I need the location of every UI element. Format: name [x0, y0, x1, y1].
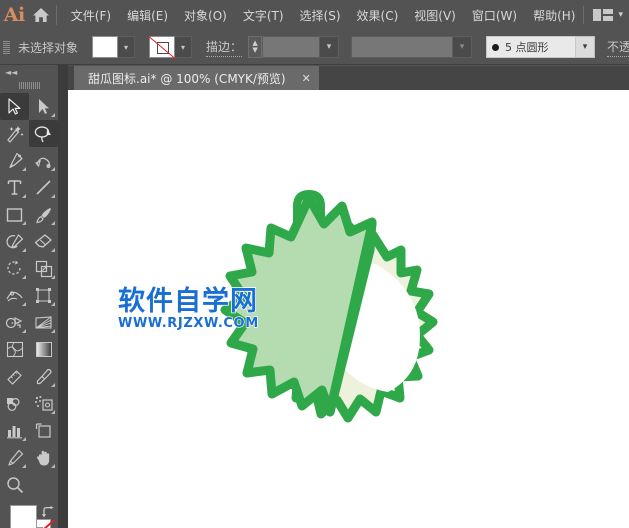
line-segment-tool[interactable] [29, 174, 58, 201]
menu-items: 文件(F) 编辑(E) 对象(O) 文字(T) 选择(S) 效果(C) 视图(V… [63, 3, 584, 28]
tools-grid [0, 91, 58, 498]
slice-tool[interactable] [0, 444, 29, 471]
menu-item-object[interactable]: 对象(O) [176, 3, 235, 28]
watermark-chinese: 软件自学网 [117, 286, 258, 317]
workspace-chevron-down-icon[interactable]: ▾ [618, 10, 623, 20]
measure-tool[interactable] [0, 363, 29, 390]
swap-fill-stroke-icon[interactable] [41, 503, 54, 522]
control-bar-grip[interactable] [3, 36, 10, 58]
toolbar-collapse-icon[interactable]: ◄◄ [0, 65, 58, 79]
menu-item-select[interactable]: 选择(S) [292, 3, 349, 28]
fill-chevron-down-icon[interactable]: ▾ [118, 36, 136, 58]
menubar-divider [583, 6, 585, 24]
rectangle-tool[interactable] [0, 201, 29, 228]
app-logo: Ai [3, 4, 25, 26]
menu-item-file[interactable]: 文件(F) [63, 3, 119, 28]
toolbar-fill-swatch[interactable] [10, 505, 37, 528]
stroke-weight-group[interactable]: ▲ ▼ ▾ [248, 36, 340, 58]
home-icon[interactable] [29, 0, 55, 30]
width-tool[interactable] [0, 282, 29, 309]
workspace-layout-icon[interactable] [593, 8, 614, 22]
menu-divider [56, 5, 57, 25]
stroke-chevron-down-icon[interactable]: ▾ [175, 36, 193, 58]
pen-tool[interactable] [0, 147, 29, 174]
menu-item-view[interactable]: 视图(V) [406, 3, 464, 28]
menu-item-effect[interactable]: 效果(C) [349, 3, 407, 28]
paintbrush-tool[interactable] [29, 201, 58, 228]
symbol-sprayer-tool[interactable] [29, 390, 58, 417]
scale-tool[interactable] [29, 255, 58, 282]
stroke-inner-square [157, 42, 170, 54]
menu-item-window[interactable]: 窗口(W) [464, 3, 525, 28]
lasso-tool[interactable] [29, 120, 58, 147]
stroke-swatch-group[interactable]: ▾ [149, 36, 193, 58]
type-tool[interactable] [0, 174, 29, 201]
canvas-area[interactable]: 软件自学网 WWW.RJZXW.COM [68, 90, 629, 528]
menu-bar: Ai 文件(F) 编辑(E) 对象(O) 文字(T) 选择(S) 效果(C) 视… [0, 0, 629, 30]
stroke-color-swatch[interactable] [149, 36, 176, 58]
fill-stroke-swatches [0, 502, 58, 528]
selection-status-label: 未选择对象 [18, 40, 79, 55]
brush-dot-icon [492, 43, 500, 51]
magic-wand-tool[interactable] [0, 120, 29, 147]
menu-item-help[interactable]: 帮助(H) [525, 3, 583, 28]
mesh-tool[interactable] [0, 336, 29, 363]
document-tab-bar: 甜瓜图标.ai* @ 100% (CMYK/预览) ✕ [60, 66, 629, 90]
watermark: 软件自学网 WWW.RJZXW.COM [117, 286, 266, 331]
control-bar: 未选择对象 ▾ ▾ 描边： ▲ ▼ ▾ ▾ 5 点圆形 ▾ 不透 [0, 30, 629, 65]
brush-definition-label: 5 点圆形 [505, 41, 549, 54]
document-tab[interactable]: 甜瓜图标.ai* @ 100% (CMYK/预览) ✕ [74, 66, 319, 90]
eraser-tool[interactable] [29, 228, 58, 255]
document-tab-title: 甜瓜图标.ai* @ 100% (CMYK/预览) [88, 71, 286, 86]
stroke-profile-chevron-down-icon[interactable]: ▾ [453, 36, 473, 58]
gradient-tool[interactable] [29, 336, 58, 363]
brush-definition-group[interactable]: 5 点圆形 ▾ [486, 36, 596, 58]
rotate-tool[interactable] [0, 255, 29, 282]
tools-panel: ◄◄ [0, 65, 58, 528]
watermark-english: WWW.RJZXW.COM [117, 315, 259, 331]
stroke-profile-input[interactable] [351, 36, 454, 58]
stroke-weight-stepper[interactable]: ▲ ▼ [248, 36, 263, 58]
hand-tool[interactable] [29, 444, 58, 471]
brush-definition-value[interactable]: 5 点圆形 [486, 36, 577, 58]
eyedropper-tool[interactable] [29, 363, 58, 390]
menubar-right-group: ▾ [583, 6, 629, 24]
stroke-weight-chevron-down-icon[interactable]: ▾ [320, 36, 340, 58]
blend-tool[interactable] [0, 390, 29, 417]
free-transform-tool[interactable] [29, 282, 58, 309]
zoom-tool[interactable] [0, 471, 29, 498]
artboard[interactable]: 软件自学网 WWW.RJZXW.COM [68, 90, 629, 528]
shaper-tool[interactable] [0, 228, 29, 255]
opacity-label[interactable]: 不透明度： [607, 38, 629, 57]
selection-tool[interactable] [0, 93, 29, 120]
menu-item-type[interactable]: 文字(T) [235, 3, 292, 28]
stroke-profile-group[interactable]: ▾ [351, 36, 473, 58]
perspective-grid-tool[interactable] [29, 309, 58, 336]
panel-gutter [58, 65, 68, 528]
direct-selection-tool[interactable] [29, 93, 58, 120]
menu-item-edit[interactable]: 编辑(E) [119, 3, 176, 28]
illustrator-window: Ai 文件(F) 编辑(E) 对象(O) 文字(T) 选择(S) 效果(C) 视… [0, 0, 629, 528]
fill-color-swatch[interactable] [92, 36, 119, 58]
brush-definition-chevron-down-icon[interactable]: ▾ [576, 36, 596, 58]
curvature-tool[interactable] [29, 147, 58, 174]
close-icon[interactable]: ✕ [302, 72, 311, 85]
column-graph-tool[interactable] [0, 417, 29, 444]
toolbar-grip[interactable] [0, 79, 58, 91]
artboard-tool[interactable] [29, 417, 58, 444]
shape-builder-tool[interactable] [0, 309, 29, 336]
stroke-weight-input[interactable] [262, 36, 321, 58]
stroke-weight-label[interactable]: 描边： [206, 38, 243, 57]
fill-swatch-group[interactable]: ▾ [92, 36, 136, 58]
